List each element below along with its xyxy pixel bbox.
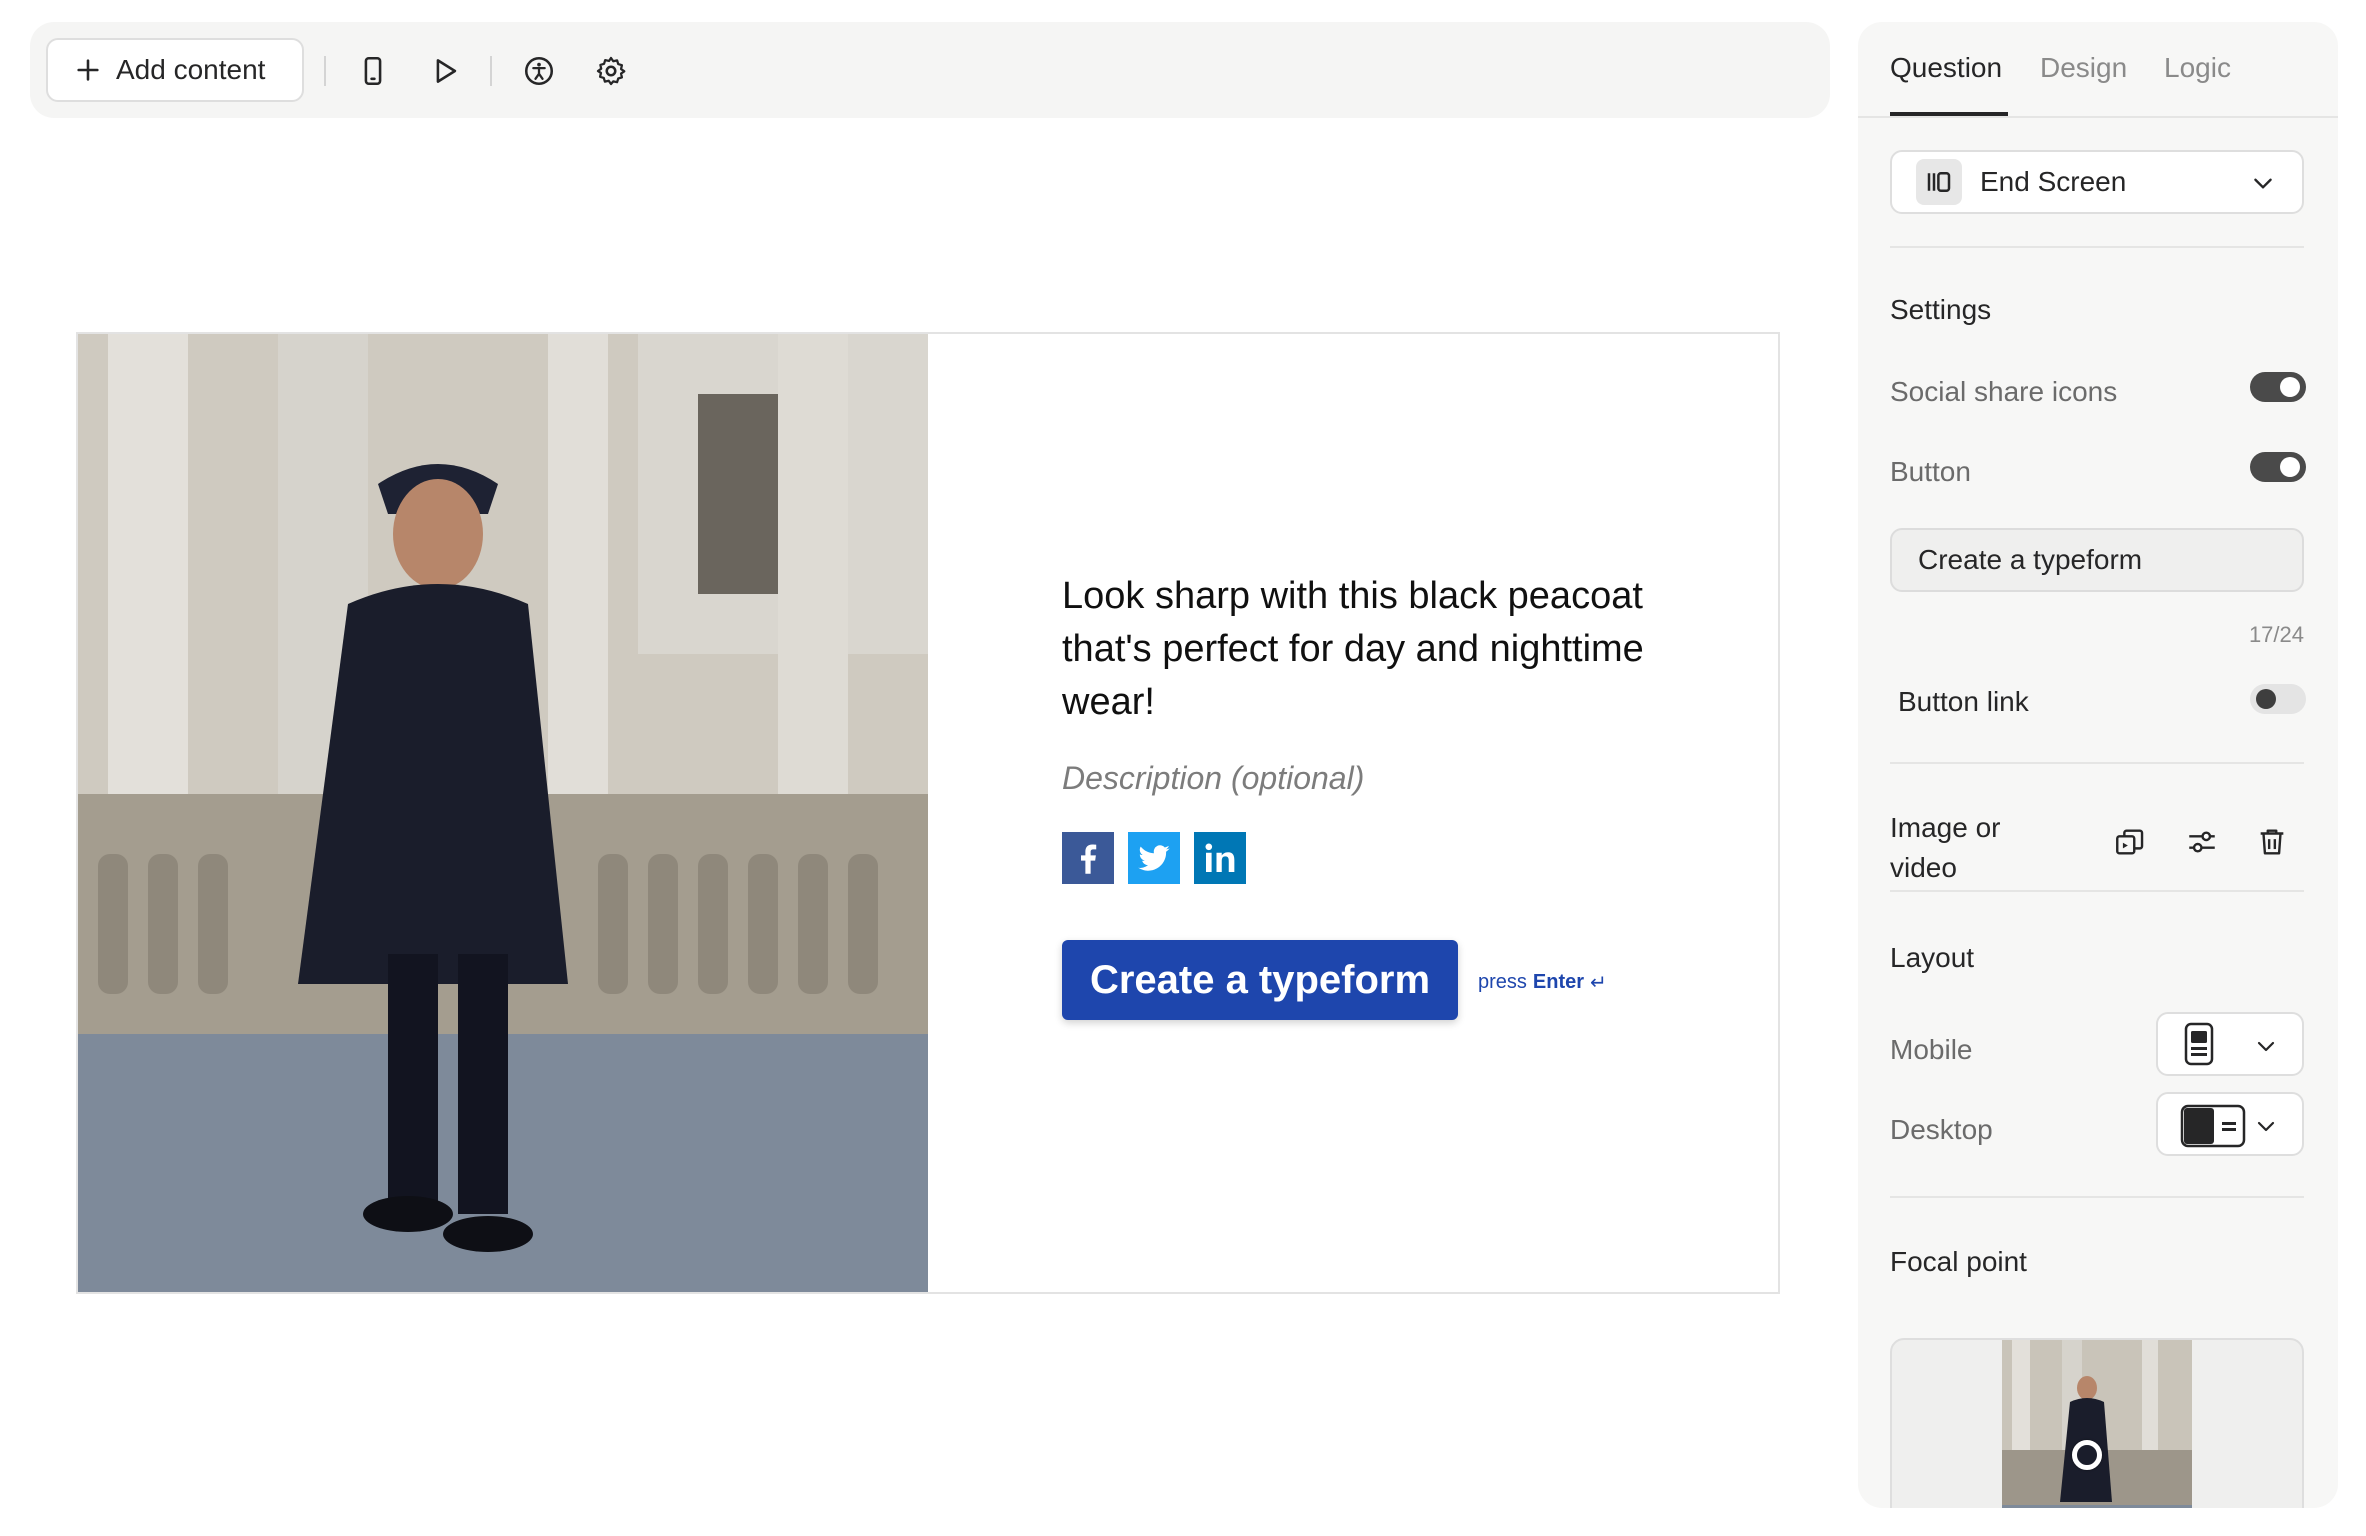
twitter-share-button[interactable]: [1128, 832, 1180, 884]
desktop-layout-select[interactable]: [2156, 1092, 2304, 1156]
toggle-knob: [2280, 457, 2300, 477]
mobile-preview-icon: [364, 56, 382, 86]
question-type-select[interactable]: End Screen: [1890, 150, 2304, 214]
question-type-value: End Screen: [1980, 166, 2127, 197]
media-label-line2: video: [1890, 852, 1957, 883]
twitter-icon: [1138, 845, 1170, 871]
button-text-input[interactable]: Create a typeform: [1890, 528, 2304, 592]
panel-tabs: Question Design Logic: [1858, 22, 2338, 118]
section-divider: [1890, 762, 2304, 764]
mobile-layout-icon: [2184, 1022, 2214, 1066]
chevron-down-icon: [2254, 178, 2272, 189]
button-toggle[interactable]: [2250, 452, 2306, 482]
linkedin-share-button[interactable]: [1194, 832, 1246, 884]
accessibility-button[interactable]: [520, 52, 558, 90]
settings-heading: Settings: [1890, 294, 1992, 325]
play-icon: [436, 59, 457, 83]
end-screen-icon: [1916, 159, 1962, 205]
button-text-counter: 17/24: [2248, 622, 2304, 647]
editor-toolbar: Add content: [30, 22, 1830, 118]
toggle-knob: [2280, 377, 2300, 397]
desktop-layout-label: Desktop: [1890, 1114, 1993, 1145]
toolbar-divider: [324, 56, 326, 86]
question-settings-panel: Question Design Logic End Screen Setting…: [1858, 22, 2338, 1508]
press-key: Enter: [1532, 971, 1585, 993]
end-screen-description[interactable]: Description (optional): [1062, 760, 1364, 797]
accessibility-icon: [524, 56, 554, 86]
adjust-icon: [2189, 831, 2215, 853]
button-link-label: Button link: [1898, 686, 2029, 717]
image-or-video-heading: Image or video: [1890, 808, 2001, 888]
delete-media-button[interactable]: [2252, 822, 2292, 862]
mobile-preview-button[interactable]: [354, 52, 392, 90]
preview-play-button[interactable]: [426, 52, 464, 90]
add-content-label: Add content: [116, 54, 266, 85]
enter-key-icon: ↵: [1590, 972, 1607, 994]
media-label-line1: Image or: [1890, 812, 2001, 843]
tab-logic[interactable]: Logic: [2164, 52, 2231, 84]
section-divider: [1890, 246, 2304, 248]
press-enter-hint: press Enter ↵: [1478, 970, 1607, 995]
tab-question[interactable]: Question: [1890, 52, 2002, 84]
section-divider: [1890, 1196, 2304, 1198]
end-screen-title[interactable]: Look sharp with this black peacoat that'…: [1062, 570, 1682, 729]
focal-point-picker[interactable]: [1890, 1338, 2304, 1508]
focal-point-thumbnail: [2002, 1340, 2192, 1508]
toggle-knob: [2256, 689, 2276, 709]
mobile-layout-select[interactable]: [2156, 1012, 2304, 1076]
facebook-share-button[interactable]: [1062, 832, 1114, 884]
chevron-down-icon: [2257, 1121, 2275, 1132]
tab-design[interactable]: Design: [2040, 52, 2127, 84]
button-link-toggle[interactable]: [2250, 684, 2306, 714]
add-content-button[interactable]: Add content: [46, 38, 304, 102]
end-screen-preview: Look sharp with this black peacoat that'…: [76, 332, 1780, 1294]
gear-icon: [596, 56, 626, 86]
focal-point-heading: Focal point: [1890, 1246, 2027, 1277]
button-label: Button: [1890, 456, 1971, 487]
press-text: press: [1478, 971, 1527, 993]
focal-point-handle[interactable]: [2072, 1440, 2102, 1470]
social-share-icons: [1062, 832, 1246, 884]
plus-icon: [77, 59, 99, 81]
facebook-icon: [1081, 844, 1097, 874]
chevron-down-icon: [2257, 1041, 2275, 1052]
section-divider: [1890, 890, 2304, 892]
settings-button[interactable]: [592, 52, 630, 90]
layout-heading: Layout: [1890, 942, 1975, 973]
replace-media-button[interactable]: [2110, 822, 2150, 862]
adjust-media-button[interactable]: [2182, 822, 2222, 862]
social-share-toggle[interactable]: [2250, 372, 2306, 402]
toolbar-divider: [490, 56, 492, 86]
trash-icon: [2260, 829, 2284, 855]
active-tab-indicator: [1890, 112, 2008, 116]
replace-media-icon: [2116, 829, 2144, 855]
end-screen-image: [78, 334, 928, 1292]
end-screen-cta-button[interactable]: Create a typeform: [1062, 940, 1458, 1020]
desktop-layout-icon: [2180, 1104, 2246, 1148]
linkedin-icon: [1205, 843, 1235, 872]
social-share-label: Social share icons: [1890, 376, 2118, 407]
mobile-layout-label: Mobile: [1890, 1034, 1973, 1065]
